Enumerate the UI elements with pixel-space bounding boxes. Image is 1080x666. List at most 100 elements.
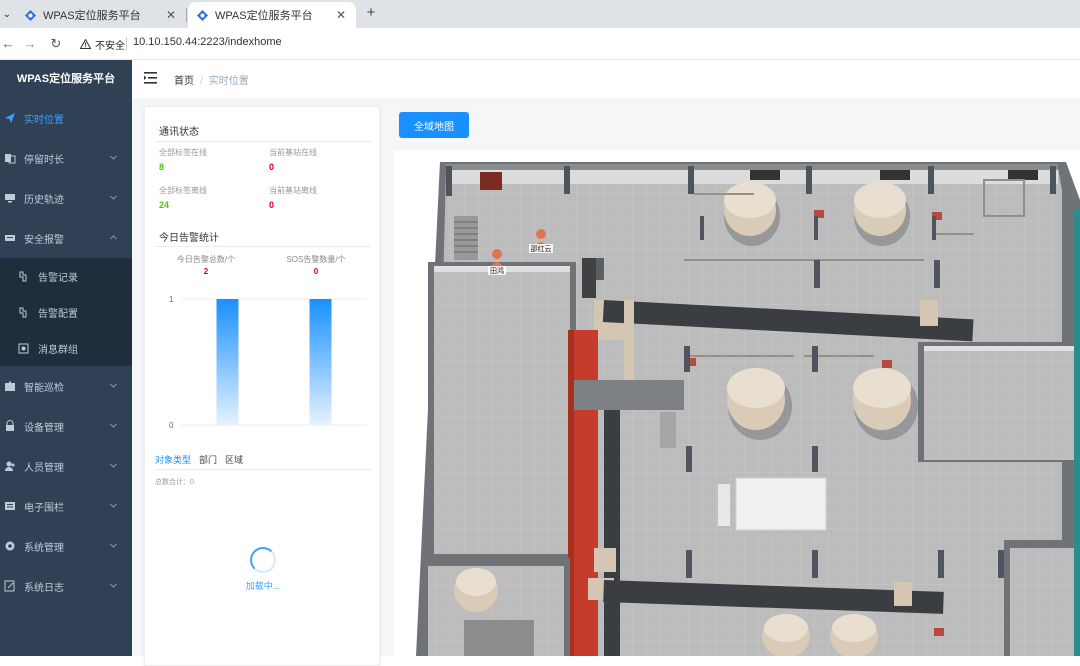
menu-fold-icon[interactable] — [144, 72, 157, 84]
security-indicator[interactable]: 不安全 — [80, 36, 125, 52]
sidebar-subitem-message-group[interactable]: 消息群组 — [0, 330, 132, 366]
alarm-label-total: 今日告警总数/个 — [176, 255, 236, 264]
person-name-label: 田鸿 — [490, 266, 504, 275]
floor-map[interactable]: 田鸿 邵红云 — [394, 150, 1080, 656]
chevron-down-icon — [110, 195, 117, 200]
sidebar-subitem-label: 告警记录 — [38, 272, 78, 284]
warning-triangle-icon — [80, 39, 91, 49]
stat-label-stations-offline: 当前基站离线 — [269, 186, 317, 195]
sidebar-item-label: 智能巡检 — [24, 382, 64, 394]
back-arrow-icon[interactable]: ← — [0, 35, 16, 53]
edit-icon — [4, 580, 16, 592]
address-bar: ← → ↻ 不安全 10.10.150.44:2223/indexhome — [0, 28, 1080, 60]
wpas-favicon — [196, 9, 209, 22]
chevron-down-icon — [110, 155, 117, 160]
sidebar-item-label: 设备管理 — [24, 422, 64, 434]
alarm-label-sos: SOS告警数量/个 — [286, 255, 346, 264]
breadcrumb-separator: / — [200, 76, 203, 87]
browser-tab-1[interactable]: WPAS定位服务平台 ✕ — [16, 2, 186, 28]
sidebar-item-system-log[interactable]: 系统日志 — [0, 566, 132, 606]
sidebar-item-label: 安全报警 — [24, 234, 64, 246]
room-bottom-left — [422, 558, 570, 656]
tool-icon — [18, 271, 29, 282]
lock-icon — [4, 420, 16, 432]
app-logo-title: WPAS定位服务平台 — [16, 73, 116, 85]
chart-bar[interactable] — [309, 299, 332, 425]
stat-label-stations-online: 当前基站在线 — [269, 148, 317, 157]
sidebar-subitem-alarm-config[interactable]: 告警配置 — [0, 294, 132, 330]
sidebar-item-system-management[interactable]: 系统管理 — [0, 526, 132, 566]
room-bottom-right — [1004, 540, 1080, 656]
forward-arrow-icon[interactable]: → — [22, 35, 38, 53]
chevron-down-icon — [110, 423, 117, 428]
sidebar-item-label: 实时位置 — [24, 114, 64, 126]
sidebar-subitem-label: 告警配置 — [38, 308, 78, 320]
comm-status-title: 通讯状态 — [159, 127, 199, 138]
chart-y-tick-label: 1 — [169, 295, 174, 304]
url-input[interactable]: 10.10.150.44:2223/indexhome — [133, 36, 282, 48]
sidebar-subitem-alarm-records[interactable]: 告警记录 — [0, 258, 132, 294]
alarm-value-total: 2 — [203, 267, 209, 276]
right-wall-stripe — [1074, 210, 1080, 656]
box-icon — [18, 343, 29, 354]
loading-indicator: 加载中... — [145, 547, 381, 592]
sidebar-item-realtime-position[interactable]: 实时位置 — [0, 98, 132, 138]
new-tab-plus-icon[interactable]: + — [362, 4, 380, 22]
wpas-favicon — [24, 9, 37, 22]
sidebar-item-security-alarm[interactable]: 安全报警 — [0, 218, 132, 258]
sidebar-item-electronic-fence[interactable]: 电子围栏 — [0, 486, 132, 526]
tab-title: WPAS定位服务平台 — [43, 10, 141, 22]
full-map-button[interactable]: 全域地图 — [399, 112, 469, 138]
total-count: 总数合计：0 — [155, 479, 194, 486]
chart-y-tick-label: 0 — [169, 421, 174, 430]
chevron-down-icon — [110, 583, 117, 588]
breadcrumb-current: 实时位置 — [208, 76, 249, 87]
close-icon[interactable]: ✕ — [164, 8, 178, 22]
tab-search-chevron-icon[interactable]: ⌄ — [0, 4, 14, 24]
tab-area[interactable]: 区域 — [225, 453, 243, 469]
loading-spinner-icon — [250, 547, 276, 573]
puzzle-icon — [4, 380, 16, 392]
sidebar-item-smart-inspection[interactable]: 智能巡检 — [0, 366, 132, 406]
monitor-icon — [4, 192, 16, 204]
gear-icon — [4, 540, 16, 552]
chart-bar[interactable] — [216, 299, 239, 425]
tab-divider — [186, 8, 187, 22]
alarm-value-sos: 0 — [313, 267, 319, 276]
stat-value-tags-online: 8 — [159, 162, 165, 172]
stat-value-tags-offline: 24 — [159, 200, 170, 210]
tool-icon — [18, 307, 29, 318]
close-icon[interactable]: ✕ — [334, 8, 348, 22]
floor-map-canvas[interactable]: 田鸿 邵红云 — [394, 150, 1080, 656]
sidebar-item-device-management[interactable]: 设备管理 — [0, 406, 132, 446]
tab-department[interactable]: 部门 — [199, 453, 217, 469]
reload-icon[interactable]: ↻ — [48, 35, 64, 53]
breadcrumb-home[interactable]: 首页 — [174, 76, 194, 87]
chevron-down-icon — [110, 503, 117, 508]
browser-tab-bar: ⌄ WPAS定位服务平台 ✕ WPAS定位服务平台 ✕ + — [0, 0, 1080, 28]
url-divider — [126, 37, 127, 51]
keyboard-icon — [4, 232, 16, 244]
sidebar-item-history-track[interactable]: 历史轨迹 — [0, 178, 132, 218]
sidebar-item-personnel-management[interactable]: 人员管理 — [0, 446, 132, 486]
tab-object-type[interactable]: 对象类型 — [155, 453, 191, 469]
top-header: 首页 / 实时位置 — [132, 60, 1080, 98]
security-alarm-submenu: 告警记录 告警配置 消息群组 — [0, 258, 132, 366]
browser-tab-2[interactable]: WPAS定位服务平台 ✕ — [188, 2, 356, 28]
user-icon — [4, 460, 16, 472]
sidebar-item-stay-duration[interactable]: 停留时长 — [0, 138, 132, 178]
fence-icon — [4, 500, 16, 512]
tab-title: WPAS定位服务平台 — [215, 10, 313, 22]
send-icon — [4, 112, 16, 124]
sidebar-subitem-label: 消息群组 — [38, 344, 78, 356]
breadcrumb: 首页 / 实时位置 — [174, 72, 249, 87]
security-label: 不安全 — [95, 40, 125, 52]
object-type-tabs: 对象类型 部门 区域 — [155, 453, 243, 469]
stat-label-tags-online: 全部标签在线 — [159, 148, 207, 157]
sidebar-item-label: 历史轨迹 — [24, 194, 64, 206]
sidebar-item-label: 系统管理 — [24, 542, 64, 554]
stats-panel: 通讯状态 全部标签在线 8 当前基站在线 0 全部标签离线 24 当前基站离线 … — [144, 106, 380, 666]
divider — [155, 246, 371, 247]
chevron-down-icon — [110, 543, 117, 548]
alarm-bar-chart: 01 — [169, 295, 367, 430]
